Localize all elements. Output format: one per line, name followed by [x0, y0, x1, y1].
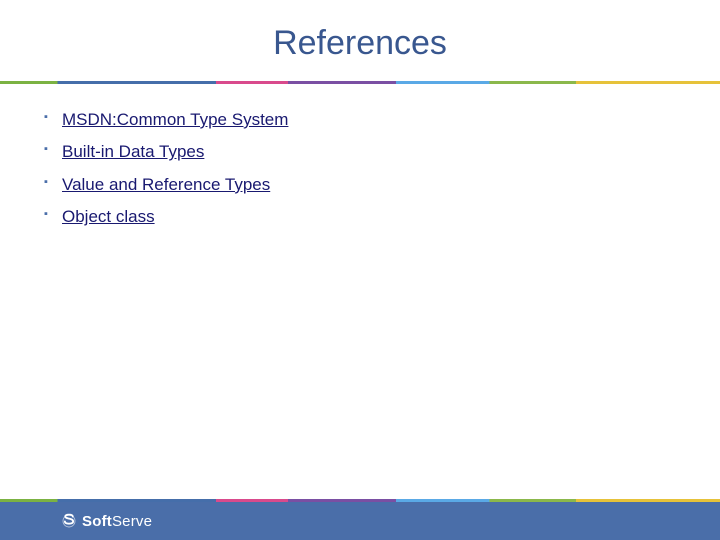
footer: SoftServe [0, 499, 720, 540]
content-area: MSDN:Common Type System Built-in Data Ty… [0, 84, 720, 230]
list-item: Built-in Data Types [44, 140, 676, 164]
list-item: MSDN:Common Type System [44, 108, 676, 132]
reference-link[interactable]: Value and Reference Types [62, 175, 270, 194]
references-list: MSDN:Common Type System Built-in Data Ty… [44, 108, 676, 230]
reference-link[interactable]: Built-in Data Types [62, 142, 204, 161]
list-item: Object class [44, 205, 676, 229]
footer-bar: SoftServe [0, 502, 720, 540]
brand-logo: SoftServe [60, 512, 152, 530]
brand-text: SoftServe [82, 513, 152, 530]
brand-mark-icon [60, 512, 78, 530]
list-item: Value and Reference Types [44, 173, 676, 197]
reference-link[interactable]: Object class [62, 207, 155, 226]
slide-title: References [0, 0, 720, 81]
reference-link[interactable]: MSDN:Common Type System [62, 110, 288, 129]
